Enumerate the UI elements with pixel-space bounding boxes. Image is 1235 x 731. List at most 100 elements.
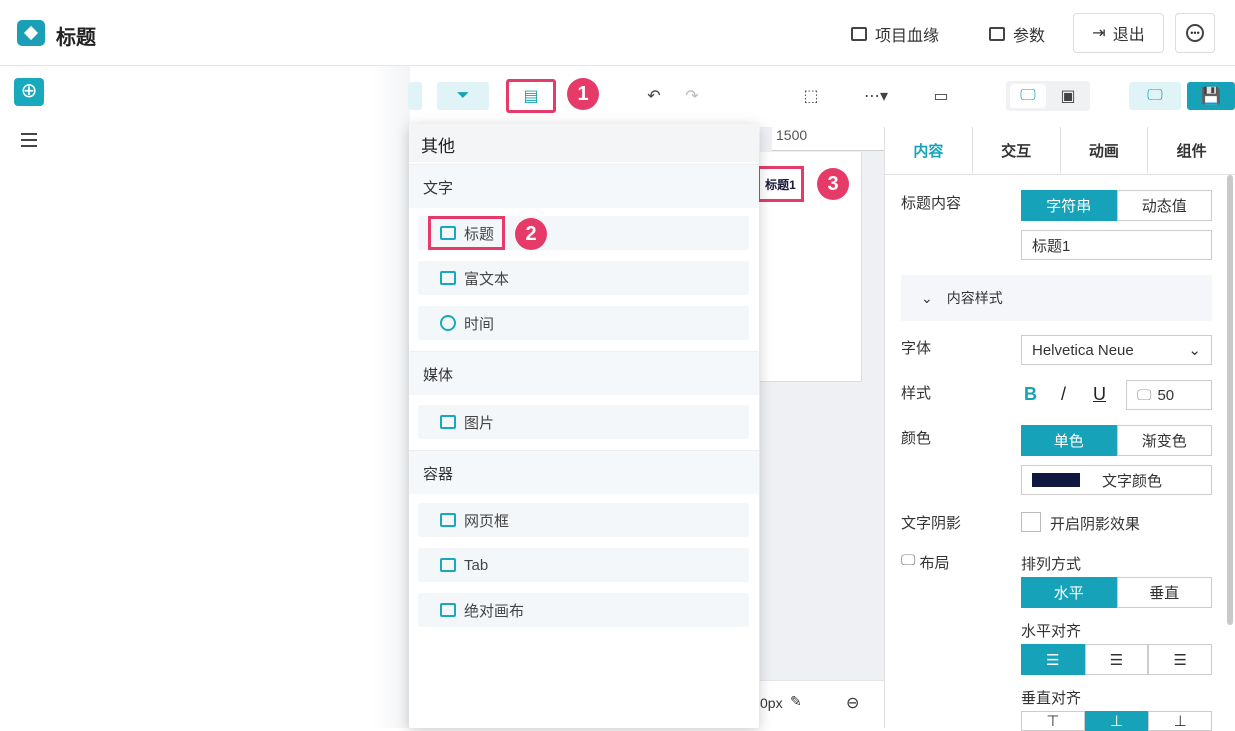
params-label: 参数 [1013,28,1046,45]
menu-header: 其他 [409,124,759,162]
page-settings-button[interactable]: ▭ [925,82,957,110]
menu-item-label: Tab [464,556,489,574]
params-icon [989,27,1005,41]
page-settings-icon: ▭ [933,88,949,105]
ruler-label: 1500 [776,127,808,143]
exit-label: 退出 [1112,27,1145,44]
menu-item-tab[interactable]: Tab [418,548,749,582]
font-size-input[interactable]: 🖵 50 [1126,380,1212,410]
preview-icon: 🖵 [1147,87,1163,104]
dynamic-option[interactable]: 动态值 [1116,190,1212,221]
redo-icon: ↷ [685,88,699,105]
filter-add-icon: ⏷ [456,87,470,104]
image-icon [440,415,456,429]
save-icon: 💾 [1201,88,1221,105]
align-top-icon[interactable]: ⊤ [1021,711,1085,731]
page-title: 标题 [56,27,96,49]
redo-button[interactable]: ↷ [676,82,708,110]
v-align-label: 垂直对齐 [1021,690,1082,707]
color-swatch [1032,473,1080,487]
app-logo-icon [17,20,45,46]
align-right-icon[interactable]: ☰ [1148,644,1213,675]
preview-button[interactable]: 🖵 [1129,82,1181,110]
more-button[interactable]: ••• [1175,13,1215,53]
shadow-checkbox[interactable] [1021,512,1041,532]
properties-tabs: 内容 交互 动画 组件 [885,127,1235,175]
step-badge-1: 1 [567,78,599,110]
italic-toggle[interactable]: / [1061,384,1066,405]
distribute-icon: ⋯▾ [863,88,889,105]
font-size-value: 50 [1157,386,1175,404]
content-style-section[interactable]: ⌄ 内容样式 [901,275,1212,321]
save-button[interactable]: 💾 [1187,82,1235,110]
v-align-toggle: ⊤ ⊥ ⊥ [1021,711,1212,731]
underline-toggle[interactable]: U [1093,384,1106,405]
menu-item-absolute-canvas[interactable]: 绝对画布 [418,593,749,627]
font-value: Helvetica Neue [1032,341,1134,359]
content-style-label: 内容样式 [946,290,1003,306]
title-content-input[interactable]: 标题1 [1021,230,1212,260]
menu-item-image[interactable]: 图片 [418,405,749,439]
menu-item-label: 富文本 [464,270,510,288]
component-add-icon: ▤ [523,88,539,105]
chevron-down-icon: ⌄ [1188,342,1201,359]
outline-menu-icon[interactable] [21,133,37,147]
text-shadow-label: 文字阴影 [901,515,962,532]
monitor-icon: 🖵 [1137,386,1152,404]
zoom-out-icon[interactable]: ⊖ [846,693,859,713]
distribute-button[interactable]: ⋯▾ [858,82,894,110]
exit-button[interactable]: ⇥ 退出 [1073,13,1164,53]
horizontal-option[interactable]: 水平 [1021,577,1117,608]
menu-item-time[interactable]: 时间 [418,306,749,340]
step-badge-2: 2 [515,218,547,250]
align-center-icon[interactable]: ☰ [1084,644,1149,675]
menu-item-label: 时间 [464,315,495,333]
menu-item-label: 网页框 [464,512,510,530]
params-button[interactable]: 参数 [989,22,1045,46]
filter-add-button[interactable]: ⏷ [437,82,489,110]
rich-text-icon [440,271,456,285]
style-label: 样式 [901,385,932,402]
solid-color-option[interactable]: 单色 [1021,425,1117,456]
ruler: 1500 [772,127,884,151]
top-bar [0,0,1235,66]
canvas-bottom-bar: 0px ✎ ⊖ [760,680,884,728]
add-component-icon[interactable]: ⊕ [14,78,44,106]
arrangement-toggle: 水平 垂直 [1021,577,1212,608]
desktop-view-button[interactable]: 🖵 [1010,84,1046,108]
font-select[interactable]: Helvetica Neue ⌄ [1021,335,1212,365]
title-content-label: 标题内容 [901,195,962,212]
tab-component[interactable]: 组件 [1148,127,1235,174]
tab-animation[interactable]: 动画 [1061,127,1149,174]
tab-content[interactable]: 内容 [885,127,973,174]
add-component-button[interactable]: ▤ [506,79,556,113]
vertical-option[interactable]: 垂直 [1116,577,1212,608]
properties-scrollbar[interactable] [1227,175,1233,625]
align-left-icon[interactable]: ☰ [1021,644,1085,675]
tab-interaction[interactable]: 交互 [973,127,1061,174]
menu-item-webframe[interactable]: 网页框 [418,503,749,537]
text-color-picker[interactable]: 文字颜色 [1021,465,1212,495]
canvas-title-element[interactable]: 标题1 [757,166,804,202]
project-lineage-label: 项目血缘 [875,28,940,45]
select-tool-button[interactable]: ⬚ [795,82,827,110]
canvas-frame-icon [440,603,456,617]
menu-item-rich-text[interactable]: 富文本 [418,261,749,295]
bold-toggle[interactable]: B [1024,384,1037,405]
exit-icon: ⇥ [1092,25,1106,42]
color-label: 颜色 [901,430,932,447]
mobile-view-button[interactable]: ▣ [1052,84,1084,108]
layout-label-text: 布局 [919,555,950,572]
project-lineage-button[interactable]: 项目血缘 [851,22,939,46]
folder-icon [440,558,456,572]
align-bottom-icon[interactable]: ⊥ [1148,711,1212,731]
h-align-label: 水平对齐 [1021,623,1082,640]
edit-icon[interactable]: ✎ [790,693,802,710]
string-option[interactable]: 字符串 [1021,190,1117,221]
canvas-offset-value: 0px [760,695,783,711]
toolbar-partial-button[interactable] [408,82,422,110]
undo-button[interactable]: ↶ [638,82,670,110]
align-middle-icon[interactable]: ⊥ [1084,711,1149,731]
gradient-option[interactable]: 渐变色 [1116,425,1212,456]
menu-item-label: 图片 [464,414,495,432]
